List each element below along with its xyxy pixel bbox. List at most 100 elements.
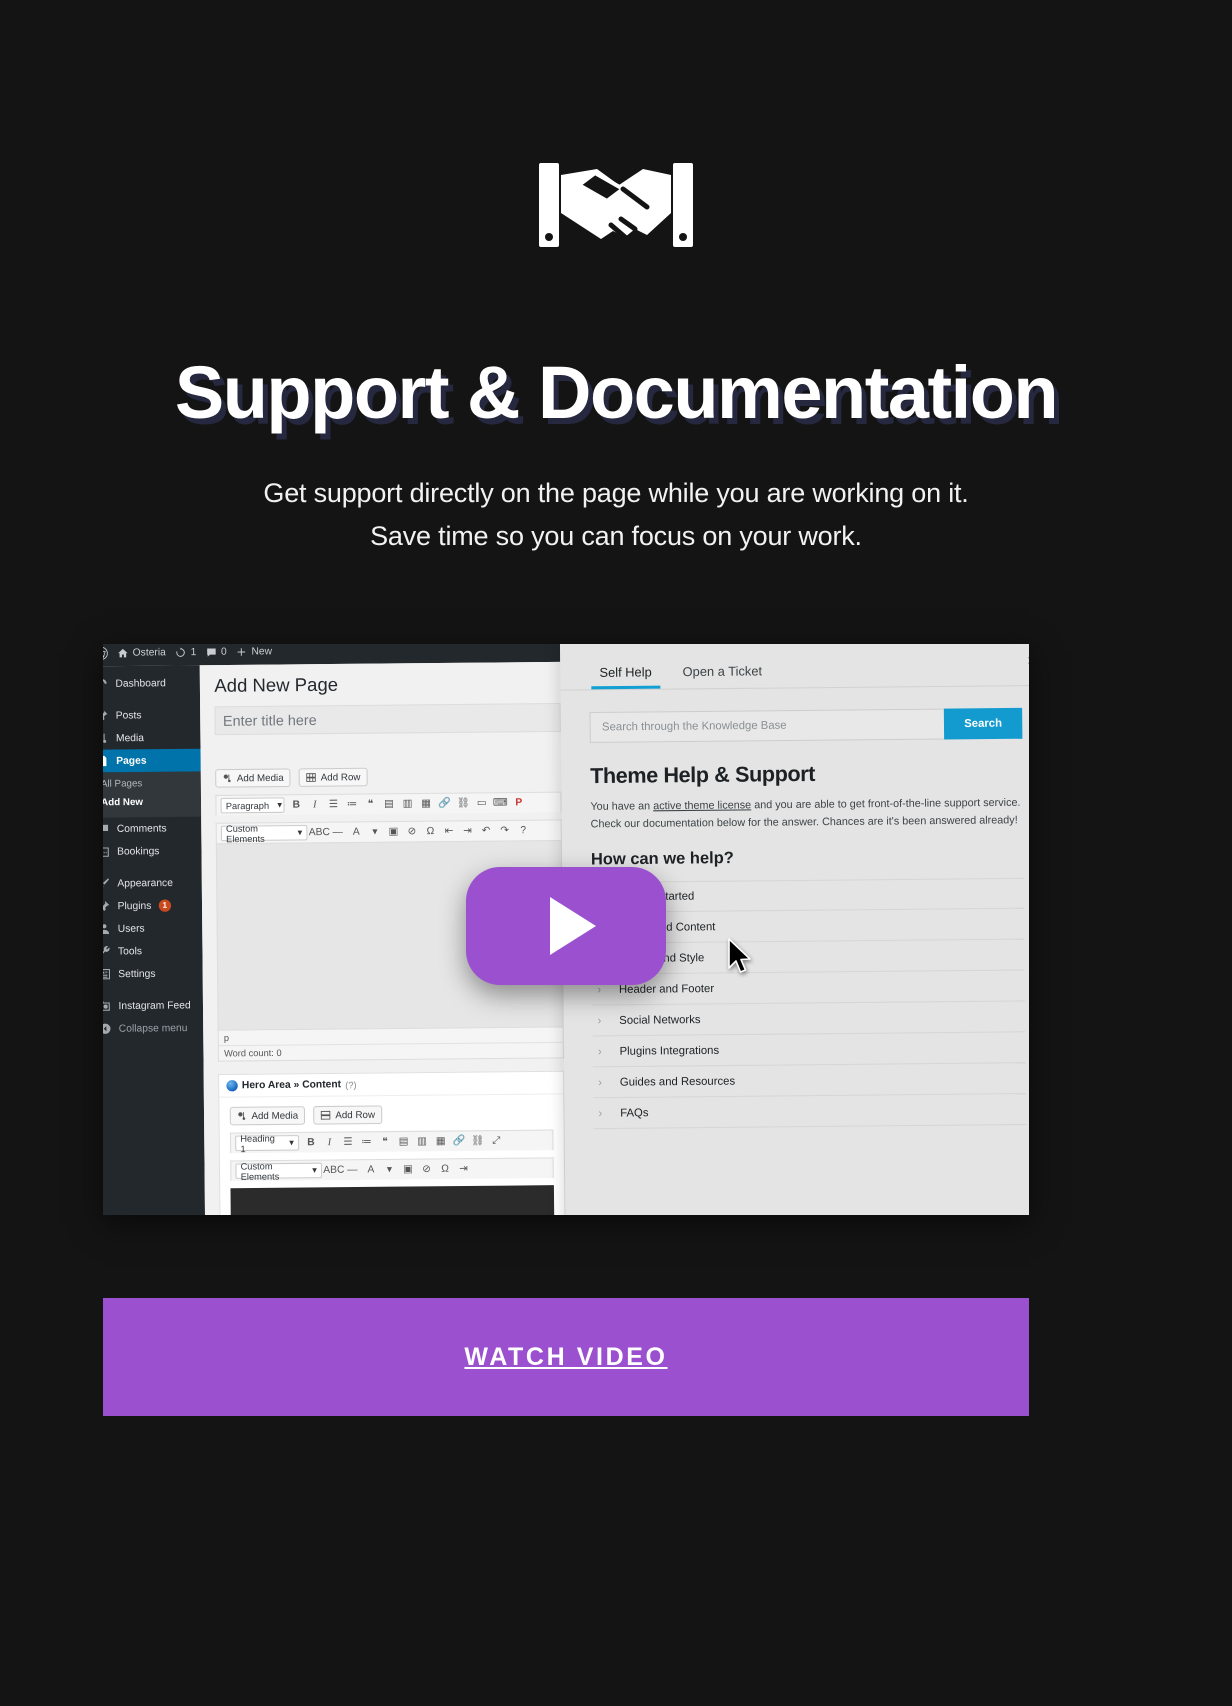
text-color-button[interactable]: A xyxy=(350,825,364,840)
align-center-button[interactable]: ▥ xyxy=(401,797,415,812)
sidebar-item-instagram-feed[interactable]: Instagram Feed xyxy=(103,994,203,1018)
align-right-button[interactable]: ▦ xyxy=(434,1134,448,1149)
custom-elements-select[interactable]: Custom Elements ▾ xyxy=(220,823,308,844)
site-name-item[interactable]: Osteria xyxy=(117,647,166,659)
clear-formatting-button[interactable]: ⊘ xyxy=(420,1162,434,1177)
page-subtitle: Get support directly on the page while y… xyxy=(100,472,1132,558)
chevron-down-icon[interactable]: ▾ xyxy=(368,825,382,840)
active-theme-license-link[interactable]: active theme license xyxy=(653,799,751,812)
metabox-canvas[interactable] xyxy=(230,1185,555,1215)
numbered-list-button[interactable]: ≔ xyxy=(345,797,359,812)
align-center-button[interactable]: ▥ xyxy=(415,1134,429,1149)
strikethrough-button[interactable]: ABC xyxy=(323,1163,344,1178)
accordion-item-plugins-integrations[interactable]: › Plugins Integrations xyxy=(592,1032,1026,1068)
sidebar-label: Collapse menu xyxy=(118,1022,188,1035)
accordion-item-header-and-footer[interactable]: › Header and Footer xyxy=(592,970,1025,1006)
metabox-header[interactable]: Hero Area » Content (?) xyxy=(219,1071,564,1098)
special-character-button[interactable]: Ω xyxy=(424,824,438,839)
redo-button[interactable]: ↷ xyxy=(498,823,512,838)
read-more-button[interactable]: ▭ xyxy=(475,796,489,811)
keyboard-icon[interactable]: ⌨ xyxy=(493,796,508,811)
editor-media-buttons: Add Media Add Row xyxy=(215,766,561,788)
format-select[interactable]: Paragraph ▾ xyxy=(220,797,285,814)
metabox-add-row-button[interactable]: Add Row xyxy=(313,1105,383,1125)
watch-video-button[interactable]: WATCH VIDEO xyxy=(103,1298,1029,1416)
bulleted-list-button[interactable]: ☰ xyxy=(327,797,341,812)
italic-button[interactable]: I xyxy=(323,1135,337,1150)
metabox-format-select[interactable]: Heading 1 ▾ xyxy=(235,1133,300,1154)
strikethrough-button[interactable]: ABC xyxy=(309,825,330,840)
media-icon xyxy=(103,733,107,743)
blockquote-button[interactable]: ❝ xyxy=(378,1135,392,1150)
word-count: Word count: 0 xyxy=(218,1041,563,1061)
submenu-item-add-new[interactable]: Add New xyxy=(103,792,201,812)
bold-button[interactable]: B xyxy=(304,1135,318,1150)
align-left-button[interactable]: ▤ xyxy=(382,797,396,812)
sidebar-item-plugins[interactable]: Plugins 1 xyxy=(103,894,202,918)
sidebar-item-tools[interactable]: Tools xyxy=(103,939,203,963)
sidebar-item-appearance[interactable]: Appearance xyxy=(103,871,202,895)
search-button[interactable]: Search xyxy=(943,707,1023,740)
new-item[interactable]: New xyxy=(236,646,272,658)
sidebar-item-settings[interactable]: Settings xyxy=(103,962,203,986)
editor-statusbar: p Word count: 0 xyxy=(217,1027,565,1062)
sidebar-item-bookings[interactable]: Bookings xyxy=(103,839,202,863)
search-input[interactable]: Search through the Knowledge Base xyxy=(589,708,945,743)
link-button[interactable]: 🔗 xyxy=(452,1134,466,1149)
updates-count: 1 xyxy=(190,646,197,658)
align-right-button[interactable]: ▦ xyxy=(419,796,433,811)
indent-button[interactable]: ⇥ xyxy=(461,824,475,839)
metabox-body: Add Media Add Row Heading 1 ▾ B I ☰ ≔ ❝ … xyxy=(219,1094,564,1215)
post-title-input[interactable]: Enter title here xyxy=(214,703,561,736)
play-video-button[interactable] xyxy=(466,867,666,985)
numbered-list-button[interactable]: ≔ xyxy=(360,1135,374,1150)
updates-item[interactable]: 1 xyxy=(175,646,196,658)
horizontal-rule-button[interactable]: — xyxy=(346,1163,360,1178)
close-icon[interactable]: × xyxy=(1027,652,1029,670)
pages-icon xyxy=(103,755,107,767)
wordpress-icon[interactable] xyxy=(103,646,108,660)
play-icon xyxy=(550,897,596,955)
tab-open-a-ticket[interactable]: Open a Ticket xyxy=(683,664,763,688)
tab-self-help[interactable]: Self Help xyxy=(599,665,651,689)
sidebar-item-posts[interactable]: Posts xyxy=(103,703,200,727)
help-icon[interactable]: ? xyxy=(516,823,530,838)
chevron-down-icon[interactable]: ▾ xyxy=(383,1162,397,1177)
horizontal-rule-button[interactable]: — xyxy=(331,825,345,840)
comments-item[interactable]: 0 xyxy=(206,646,227,658)
paste-as-text-button[interactable]: ▣ xyxy=(387,825,401,840)
paste-as-text-button[interactable]: ▣ xyxy=(401,1162,415,1177)
undo-button[interactable]: ↶ xyxy=(479,824,493,839)
metabox-add-media-button[interactable]: Add Media xyxy=(229,1106,306,1126)
submenu-item-all-pages[interactable]: All Pages xyxy=(103,773,201,793)
unlink-button[interactable]: ⛓ xyxy=(471,1134,485,1149)
page-builder-button[interactable]: P xyxy=(512,796,526,811)
outdent-button[interactable]: ⇤ xyxy=(442,824,456,839)
accordion-item-faqs[interactable]: › FAQs xyxy=(593,1094,1027,1130)
metabox-custom-elements-select[interactable]: Custom Elements ▾ xyxy=(235,1161,323,1181)
clear-formatting-button[interactable]: ⊘ xyxy=(405,824,419,839)
sidebar-item-pages[interactable]: Pages xyxy=(103,748,201,773)
metabox-help-hint[interactable]: (?) xyxy=(345,1079,356,1089)
link-button[interactable]: 🔗 xyxy=(438,796,452,811)
tab-label: Open a Ticket xyxy=(682,664,763,680)
sidebar-item-users[interactable]: Users xyxy=(103,917,202,941)
blockquote-button[interactable]: ❝ xyxy=(364,797,378,812)
italic-button[interactable]: I xyxy=(308,798,322,813)
sidebar-item-collapse-menu[interactable]: Collapse menu xyxy=(103,1016,203,1040)
accordion-item-social-networks[interactable]: › Social Networks xyxy=(592,1001,1026,1037)
special-character-button[interactable]: Ω xyxy=(438,1162,452,1177)
sidebar-item-media[interactable]: Media xyxy=(103,726,201,750)
add-media-button[interactable]: Add Media xyxy=(215,768,291,788)
align-left-button[interactable]: ▤ xyxy=(397,1135,411,1150)
bulleted-list-button[interactable]: ☰ xyxy=(341,1135,355,1150)
unlink-button[interactable]: ⛓ xyxy=(456,796,470,811)
sidebar-item-dashboard[interactable]: Dashboard xyxy=(103,671,200,695)
add-row-button[interactable]: Add Row xyxy=(298,767,368,787)
indent-button[interactable]: ⇥ xyxy=(457,1162,471,1177)
bold-button[interactable]: B xyxy=(290,798,304,813)
accordion-item-guides-and-resources[interactable]: › Guides and Resources xyxy=(592,1063,1026,1099)
sidebar-item-comments[interactable]: Comments xyxy=(103,817,201,841)
text-color-button[interactable]: A xyxy=(364,1163,378,1178)
fullscreen-button[interactable]: ⤢ xyxy=(490,1134,504,1149)
